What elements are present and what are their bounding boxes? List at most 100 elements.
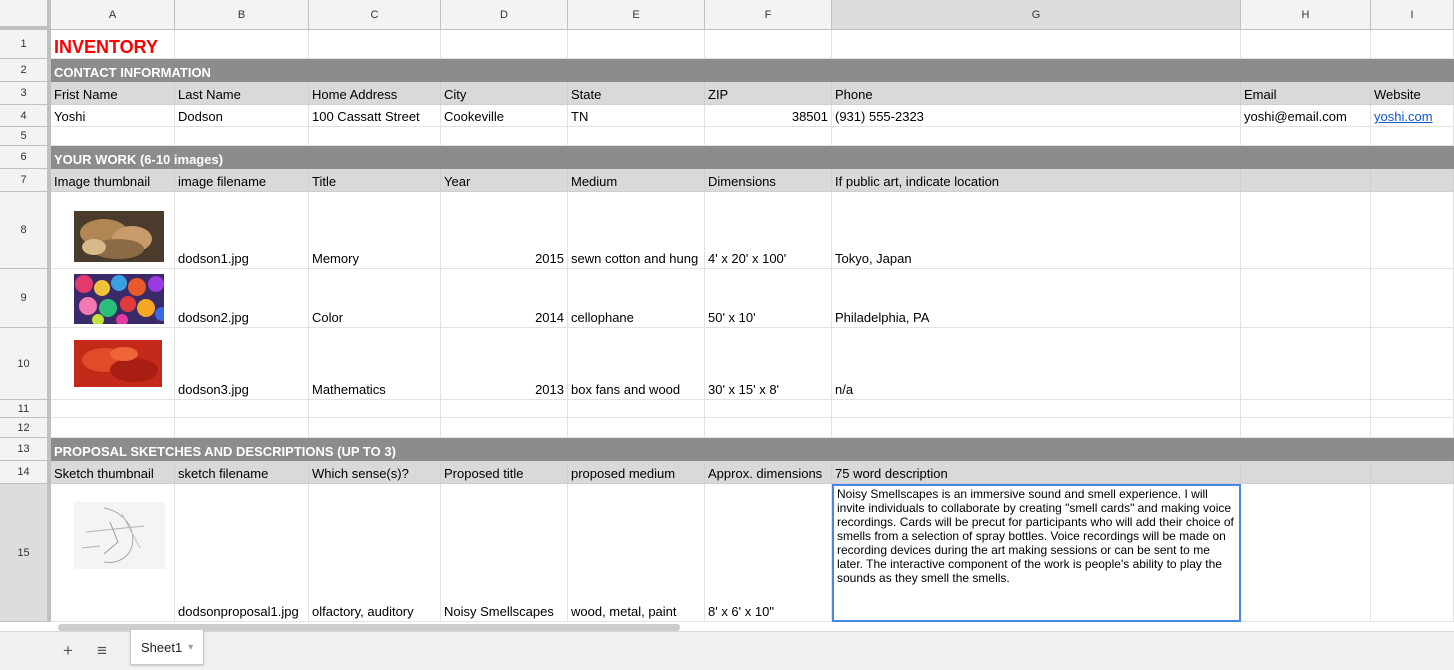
column-label[interactable]: Phone — [832, 82, 1241, 105]
cell[interactable] — [1241, 59, 1371, 82]
column-label[interactable]: Title — [309, 169, 441, 192]
cell[interactable] — [1241, 400, 1371, 418]
column-label[interactable]: Frist Name — [51, 82, 175, 105]
column-header-a[interactable]: A — [51, 0, 175, 30]
row-header-7[interactable]: 7 — [0, 169, 51, 192]
cell[interactable] — [1241, 269, 1371, 328]
cell[interactable] — [832, 127, 1241, 146]
cell[interactable] — [1371, 169, 1454, 192]
work-year[interactable]: 2013 — [441, 328, 568, 400]
work-dimensions[interactable]: 30' x 15' x 8' — [705, 328, 832, 400]
column-label[interactable]: ZIP — [705, 82, 832, 105]
column-label[interactable]: proposed medium — [568, 461, 705, 484]
work-filename[interactable]: dodson3.jpg — [175, 328, 309, 400]
cell[interactable] — [1241, 192, 1371, 269]
column-label[interactable]: Medium — [568, 169, 705, 192]
column-header-c[interactable]: C — [309, 0, 441, 30]
cell[interactable] — [1241, 146, 1371, 169]
cell[interactable] — [832, 438, 1241, 461]
cell[interactable] — [309, 30, 441, 59]
row-header-3[interactable]: 3 — [0, 82, 51, 105]
cell[interactable] — [832, 418, 1241, 438]
column-label[interactable]: Proposed title — [441, 461, 568, 484]
cell[interactable] — [1371, 328, 1454, 400]
proposal-filename[interactable]: dodsonproposal1.jpg — [175, 484, 309, 622]
proposal-senses[interactable]: olfactory, auditory — [309, 484, 441, 622]
cell[interactable] — [309, 418, 441, 438]
sheet-tab-sheet1[interactable]: Sheet1 ▾ — [130, 630, 205, 665]
column-header-f[interactable]: F — [705, 0, 832, 30]
column-header-h[interactable]: H — [1241, 0, 1371, 30]
cell[interactable] — [705, 146, 832, 169]
spreadsheet-grid[interactable]: ABCDEFGHI 1 2 3 4 5 6 7 8 9 10 11 12 13 14 15 INVENTOR… — [0, 0, 1454, 622]
column-label[interactable]: Website — [1371, 82, 1454, 105]
cell[interactable] — [1371, 269, 1454, 328]
row-header-12[interactable]: 12 — [0, 418, 51, 438]
cell[interactable] — [1241, 30, 1371, 59]
cell[interactable] — [1241, 438, 1371, 461]
cell[interactable] — [568, 127, 705, 146]
cell[interactable] — [1371, 484, 1454, 622]
work-dimensions[interactable]: 50' x 10' — [705, 269, 832, 328]
work-title[interactable]: Memory — [309, 192, 441, 269]
cell[interactable] — [1241, 328, 1371, 400]
cell[interactable] — [705, 438, 832, 461]
cell[interactable] — [1371, 461, 1454, 484]
cell[interactable] — [705, 59, 832, 82]
cell[interactable] — [51, 418, 175, 438]
row-header-13[interactable]: 13 — [0, 438, 51, 461]
contact-value[interactable]: Dodson — [175, 105, 309, 127]
row-header-8[interactable]: 8 — [0, 192, 51, 269]
column-header-g[interactable]: G — [832, 0, 1241, 30]
cell[interactable] — [441, 127, 568, 146]
cell[interactable] — [1241, 461, 1371, 484]
column-label[interactable]: Approx. dimensions — [705, 461, 832, 484]
cell[interactable] — [309, 127, 441, 146]
cell[interactable] — [51, 400, 175, 418]
cell[interactable] — [441, 30, 568, 59]
work-year[interactable]: 2015 — [441, 192, 568, 269]
cell[interactable] — [1241, 169, 1371, 192]
column-label[interactable]: Sketch thumbnail — [51, 461, 175, 484]
cell[interactable] — [568, 418, 705, 438]
column-label[interactable]: Home Address — [309, 82, 441, 105]
contact-value[interactable]: Yoshi — [51, 105, 175, 127]
cell[interactable] — [1371, 400, 1454, 418]
work-filename[interactable]: dodson1.jpg — [175, 192, 309, 269]
column-label[interactable]: State — [568, 82, 705, 105]
column-label[interactable]: City — [441, 82, 568, 105]
cell[interactable] — [1371, 192, 1454, 269]
cell[interactable] — [175, 127, 309, 146]
cell[interactable] — [1371, 30, 1454, 59]
work-dimensions[interactable]: 4' x 20' x 100' — [705, 192, 832, 269]
select-all-corner[interactable] — [0, 0, 51, 30]
row-header-14[interactable]: 14 — [0, 461, 51, 484]
column-header-d[interactable]: D — [441, 0, 568, 30]
cell[interactable] — [1371, 438, 1454, 461]
row-header-9[interactable]: 9 — [0, 269, 51, 328]
cell[interactable] — [441, 418, 568, 438]
cell[interactable] — [568, 400, 705, 418]
cell[interactable] — [175, 400, 309, 418]
work-location[interactable]: Philadelphia, PA — [832, 269, 1241, 328]
work-medium[interactable]: sewn cotton and hung — [568, 192, 705, 269]
row-header-11[interactable]: 11 — [0, 400, 51, 418]
proposal-dimensions[interactable]: 8' x 6' x 10" — [705, 484, 832, 622]
cell[interactable] — [1241, 418, 1371, 438]
cell[interactable] — [441, 400, 568, 418]
add-sheet-button[interactable]: + — [56, 632, 80, 670]
column-label[interactable]: sketch filename — [175, 461, 309, 484]
cell[interactable] — [175, 418, 309, 438]
cell[interactable] — [51, 127, 175, 146]
column-header-e[interactable]: E — [568, 0, 705, 30]
cell[interactable] — [1371, 59, 1454, 82]
row-header-5[interactable]: 5 — [0, 127, 51, 146]
column-label[interactable]: Dimensions — [705, 169, 832, 192]
work-medium[interactable]: box fans and wood — [568, 328, 705, 400]
proposal-medium[interactable]: wood, metal, paint — [568, 484, 705, 622]
column-label[interactable]: Last Name — [175, 82, 309, 105]
column-label[interactable]: Image thumbnail — [51, 169, 175, 192]
row-header-1[interactable]: 1 — [0, 30, 51, 59]
contact-value[interactable]: yoshi.com — [1371, 105, 1454, 127]
contact-value[interactable]: yoshi@email.com — [1241, 105, 1371, 127]
